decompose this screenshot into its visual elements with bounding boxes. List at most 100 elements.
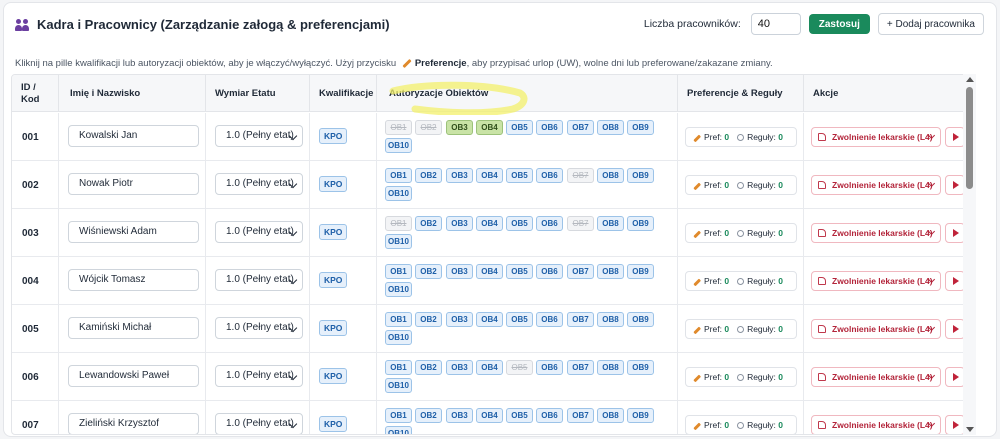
scroll-down-icon[interactable] [966, 427, 974, 432]
object-pill-ob2[interactable]: OB2 [415, 120, 442, 135]
object-pill-ob4[interactable]: OB4 [476, 264, 503, 279]
object-pill-ob10[interactable]: OB10 [385, 138, 412, 153]
apply-absence-button[interactable] [945, 367, 965, 387]
apply-absence-button[interactable] [945, 223, 965, 243]
object-pill-ob2[interactable]: OB2 [415, 216, 442, 231]
preferences-button[interactable]: Pref: 0 Reguły: 0 [685, 127, 797, 147]
apply-button[interactable]: Zastosuj [808, 14, 870, 34]
table-scrollbar[interactable] [963, 74, 976, 435]
object-pill-ob8[interactable]: OB8 [597, 168, 624, 183]
employee-name-input[interactable]: Kamiński Michał [68, 317, 199, 339]
object-pill-ob1[interactable]: OB1 [385, 360, 412, 375]
etat-select[interactable]: 1.0 (Pełny etat) [215, 125, 303, 147]
etat-select[interactable]: 1.0 (Pełny etat) [215, 413, 303, 434]
preferences-button[interactable]: Pref: 0 Reguły: 0 [685, 415, 797, 434]
object-pill-ob10[interactable]: OB10 [385, 282, 412, 297]
object-pill-ob9[interactable]: OB9 [627, 360, 654, 375]
etat-select[interactable]: 1.0 (Pełny etat) [215, 317, 303, 339]
object-pill-ob4[interactable]: OB4 [476, 312, 503, 327]
object-pill-ob2[interactable]: OB2 [415, 312, 442, 327]
qualification-pill-kpo[interactable]: KPO [319, 176, 348, 192]
qualification-pill-kpo[interactable]: KPO [319, 128, 348, 144]
object-pill-ob1[interactable]: OB1 [385, 408, 412, 423]
preferences-button[interactable]: Pref: 0 Reguły: 0 [685, 223, 797, 243]
object-pill-ob1[interactable]: OB1 [385, 312, 412, 327]
employee-name-input[interactable]: Lewandowski Paweł [68, 365, 199, 387]
etat-select[interactable]: 1.0 (Pełny etat) [215, 221, 303, 243]
preferences-button[interactable]: Pref: 0 Reguły: 0 [685, 319, 797, 339]
qualification-pill-kpo[interactable]: KPO [319, 368, 348, 384]
qualification-pill-kpo[interactable]: KPO [319, 224, 348, 240]
apply-absence-button[interactable] [945, 127, 965, 147]
object-pill-ob7[interactable]: OB7 [567, 168, 594, 183]
qualification-pill-kpo[interactable]: KPO [319, 272, 348, 288]
object-pill-ob10[interactable]: OB10 [385, 186, 412, 201]
add-employee-button[interactable]: + Dodaj pracownika [877, 13, 984, 35]
employee-name-input[interactable]: Nowak Piotr [68, 173, 199, 195]
object-pill-ob4[interactable]: OB4 [476, 360, 503, 375]
object-pill-ob8[interactable]: OB8 [597, 216, 624, 231]
absence-select[interactable]: Zwolnienie lekarskie (L4) [811, 175, 941, 195]
preferences-button[interactable]: Pref: 0 Reguły: 0 [685, 367, 797, 387]
object-pill-ob6[interactable]: OB6 [536, 168, 563, 183]
qualification-pill-kpo[interactable]: KPO [319, 320, 348, 336]
object-pill-ob4[interactable]: OB4 [476, 216, 503, 231]
object-pill-ob10[interactable]: OB10 [385, 330, 412, 345]
object-pill-ob8[interactable]: OB8 [597, 360, 624, 375]
absence-select[interactable]: Zwolnienie lekarskie (L4) [811, 271, 941, 291]
object-pill-ob5[interactable]: OB5 [506, 312, 533, 327]
object-pill-ob6[interactable]: OB6 [536, 264, 563, 279]
object-pill-ob7[interactable]: OB7 [567, 408, 594, 423]
object-pill-ob8[interactable]: OB8 [597, 264, 624, 279]
object-pill-ob7[interactable]: OB7 [567, 312, 594, 327]
object-pill-ob8[interactable]: OB8 [597, 120, 624, 135]
preferences-button[interactable]: Pref: 0 Reguły: 0 [685, 271, 797, 291]
object-pill-ob8[interactable]: OB8 [597, 408, 624, 423]
object-pill-ob2[interactable]: OB2 [415, 264, 442, 279]
absence-select[interactable]: Zwolnienie lekarskie (L4) [811, 319, 941, 339]
object-pill-ob5[interactable]: OB5 [506, 360, 533, 375]
object-pill-ob9[interactable]: OB9 [627, 216, 654, 231]
object-pill-ob5[interactable]: OB5 [506, 120, 533, 135]
object-pill-ob9[interactable]: OB9 [627, 264, 654, 279]
object-pill-ob3[interactable]: OB3 [446, 360, 473, 375]
employee-name-input[interactable]: Wójcik Tomasz [68, 269, 199, 291]
object-pill-ob9[interactable]: OB9 [627, 168, 654, 183]
object-pill-ob10[interactable]: OB10 [385, 234, 412, 249]
object-pill-ob7[interactable]: OB7 [567, 264, 594, 279]
object-pill-ob2[interactable]: OB2 [415, 408, 442, 423]
object-pill-ob5[interactable]: OB5 [506, 408, 533, 423]
object-pill-ob8[interactable]: OB8 [597, 312, 624, 327]
object-pill-ob6[interactable]: OB6 [536, 312, 563, 327]
object-pill-ob4[interactable]: OB4 [476, 408, 503, 423]
object-pill-ob9[interactable]: OB9 [627, 120, 654, 135]
object-pill-ob6[interactable]: OB6 [536, 216, 563, 231]
scroll-up-icon[interactable] [966, 77, 974, 82]
scroll-thumb[interactable] [966, 87, 973, 189]
etat-select[interactable]: 1.0 (Pełny etat) [215, 269, 303, 291]
object-pill-ob7[interactable]: OB7 [567, 360, 594, 375]
apply-absence-button[interactable] [945, 271, 965, 291]
qualification-pill-kpo[interactable]: KPO [319, 416, 348, 432]
object-pill-ob7[interactable]: OB7 [567, 120, 594, 135]
object-pill-ob10[interactable]: OB10 [385, 378, 412, 393]
object-pill-ob6[interactable]: OB6 [536, 408, 563, 423]
employee-count-input[interactable] [750, 13, 801, 35]
absence-select[interactable]: Zwolnienie lekarskie (L4) [811, 415, 941, 434]
object-pill-ob6[interactable]: OB6 [536, 120, 563, 135]
object-pill-ob7[interactable]: OB7 [567, 216, 594, 231]
object-pill-ob3[interactable]: OB3 [446, 216, 473, 231]
apply-absence-button[interactable] [945, 415, 965, 434]
object-pill-ob3[interactable]: OB3 [446, 408, 473, 423]
employee-name-input[interactable]: Kowalski Jan [68, 125, 199, 147]
object-pill-ob5[interactable]: OB5 [506, 264, 533, 279]
absence-select[interactable]: Zwolnienie lekarskie (L4) [811, 223, 941, 243]
object-pill-ob2[interactable]: OB2 [415, 168, 442, 183]
employee-name-input[interactable]: Zieliński Krzysztof [68, 413, 199, 434]
object-pill-ob10[interactable]: OB10 [385, 426, 412, 434]
object-pill-ob3[interactable]: OB3 [446, 120, 473, 135]
employee-name-input[interactable]: Wiśniewski Adam [68, 221, 199, 243]
apply-absence-button[interactable] [945, 319, 965, 339]
object-pill-ob1[interactable]: OB1 [385, 264, 412, 279]
etat-select[interactable]: 1.0 (Pełny etat) [215, 173, 303, 195]
